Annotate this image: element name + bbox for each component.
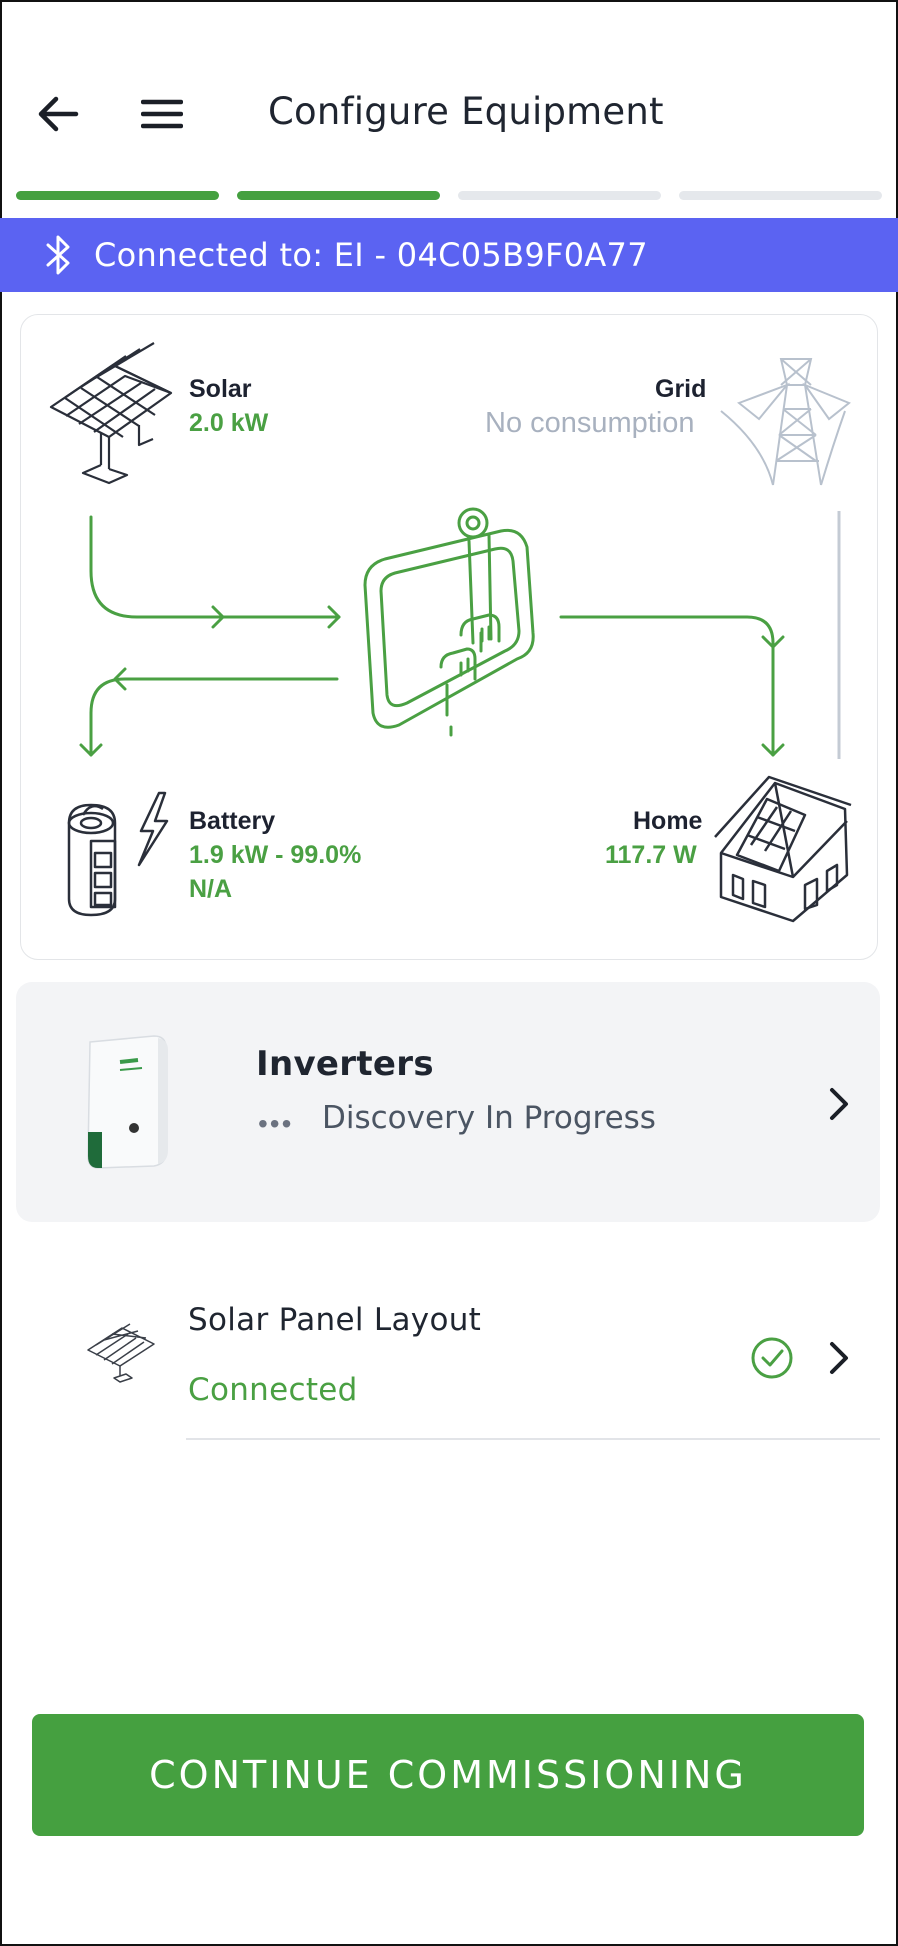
hamburger-menu-icon [141,99,183,129]
bluetooth-status-banner: Connected to: EI - 04C05B9F0A77 [0,218,898,292]
home-flow-line [559,615,785,757]
grid-value: No consumption [485,407,695,439]
back-button[interactable] [32,88,84,140]
solar-panel-layout-row[interactable]: Solar Panel Layout Connected [16,1246,880,1442]
inverter-device-image [87,1035,168,1169]
inverters-card[interactable]: Inverters ••• Discovery In Progress [16,982,880,1222]
solar-panel-layout-status: Connected [188,1372,358,1408]
battery-value: 1.9 kW - 99.0% [189,841,362,869]
arrow-left-icon [38,96,79,132]
solar-value: 2.0 kW [189,409,269,437]
home-label: Home [633,807,703,835]
chevron-right-icon [830,1342,848,1374]
home-value: 117.7 W [605,841,697,869]
menu-button[interactable] [134,88,190,140]
battery-secondary-value: N/A [189,875,233,903]
solar-panel-icon [49,342,173,485]
solar-label: Solar [189,375,252,403]
inverter-icon [363,507,535,737]
energy-flow-card: Solar 2.0 kW Grid No consumption Battery… [20,314,878,960]
row-divider [186,1438,880,1440]
house-icon [714,775,852,923]
battery-icon [67,791,169,917]
check-circle-icon [751,1337,793,1379]
step-3 [458,191,661,200]
chevron-right-icon [830,1088,848,1120]
step-4 [679,191,882,200]
energy-flow-diagram [49,342,852,923]
battery-flow-line [79,667,339,757]
solar-panel-small-icon [87,1323,155,1383]
inverters-title: Inverters [256,1044,434,1084]
progress-stepper [16,191,882,201]
inverters-status: Discovery In Progress [322,1100,656,1136]
bluetooth-connection-text: Connected to: EI - 04C05B9F0A77 [94,236,648,274]
grid-label: Grid [655,375,707,403]
page-title: Configure Equipment [268,90,664,133]
step-2 [237,191,440,200]
loading-dots-icon: ••• [258,1108,294,1139]
battery-label: Battery [189,807,276,835]
bluetooth-icon [46,235,70,275]
solar-panel-layout-title: Solar Panel Layout [188,1302,482,1338]
step-1 [16,191,219,200]
solar-flow-line [89,515,341,629]
grid-tower-icon [720,358,851,486]
continue-commissioning-button[interactable]: CONTINUE COMMISSIONING [32,1714,864,1836]
